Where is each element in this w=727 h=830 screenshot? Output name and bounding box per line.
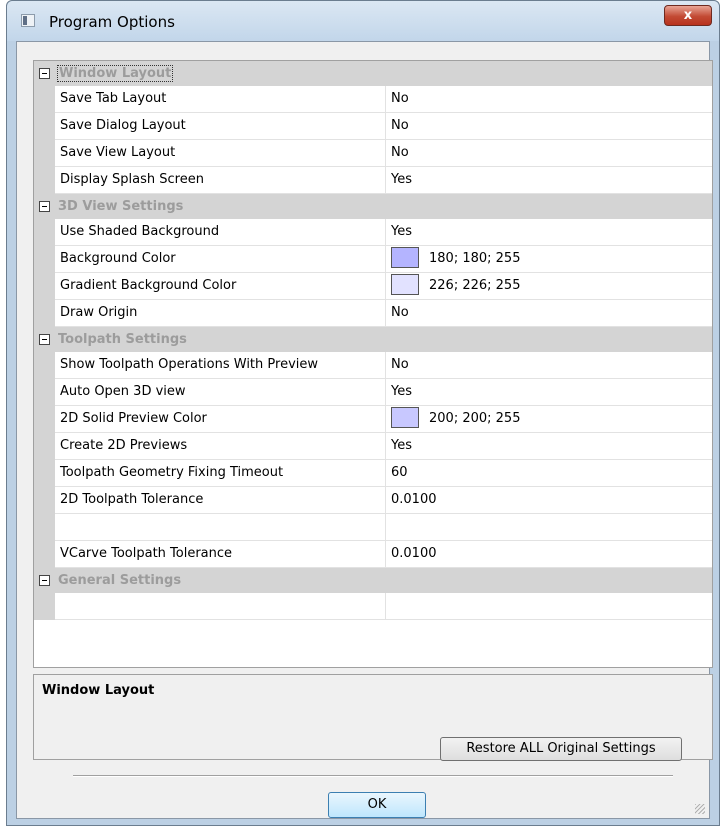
property-row[interactable]: Toolpath Geometry Fixing Timeout 60 bbox=[34, 460, 712, 487]
property-value[interactable]: No bbox=[386, 300, 712, 327]
collapse-toggle-icon[interactable] bbox=[39, 68, 50, 79]
property-row[interactable]: Display Splash Screen Yes bbox=[34, 167, 712, 194]
row-gutter bbox=[34, 219, 55, 246]
property-name: Use Shaded Background bbox=[55, 219, 386, 246]
property-name: Display Splash Screen bbox=[55, 167, 386, 194]
property-value[interactable]: 180; 180; 255 bbox=[386, 246, 712, 273]
property-name: 2D Toolpath Tolerance bbox=[55, 487, 386, 514]
row-gutter bbox=[34, 273, 55, 300]
property-value[interactable] bbox=[386, 593, 712, 620]
property-name: Show Toolpath Operations With Preview bbox=[55, 352, 386, 379]
property-row[interactable]: Background Color 180; 180; 255 bbox=[34, 246, 712, 273]
property-value[interactable]: Yes bbox=[386, 379, 712, 406]
property-value[interactable]: 0.0100 bbox=[386, 487, 712, 514]
row-gutter bbox=[34, 541, 55, 568]
category-label: Toolpath Settings bbox=[58, 332, 187, 347]
row-gutter bbox=[34, 113, 55, 140]
property-row[interactable]: Draw Origin No bbox=[34, 300, 712, 327]
property-value-text: 200; 200; 255 bbox=[429, 411, 521, 426]
row-gutter bbox=[34, 460, 55, 487]
property-row[interactable]: 2D Solid Preview Color 200; 200; 255 bbox=[34, 406, 712, 433]
property-value[interactable]: Yes bbox=[386, 433, 712, 460]
description-title: Window Layout bbox=[42, 683, 155, 698]
row-gutter bbox=[34, 406, 55, 433]
property-name: 2D Solid Preview Color bbox=[55, 406, 386, 433]
row-gutter bbox=[34, 246, 55, 273]
color-swatch[interactable] bbox=[391, 407, 419, 428]
property-value[interactable]: No bbox=[386, 86, 712, 113]
property-value-text: 180; 180; 255 bbox=[429, 251, 521, 266]
property-value[interactable]: 0.0100 bbox=[386, 541, 712, 568]
row-gutter bbox=[34, 487, 55, 514]
property-row[interactable]: VCarve Toolpath Tolerance 0.0100 bbox=[34, 541, 712, 568]
property-row[interactable]: Save View Layout No bbox=[34, 140, 712, 167]
category-label: Window Layout bbox=[56, 65, 174, 82]
restore-all-settings-button[interactable]: Restore ALL Original Settings bbox=[440, 737, 682, 761]
separator bbox=[73, 775, 673, 777]
property-name: Toolpath Geometry Fixing Timeout bbox=[55, 460, 386, 487]
property-name: Auto Open 3D view bbox=[55, 379, 386, 406]
property-value[interactable]: Yes bbox=[386, 167, 712, 194]
resize-grip-icon[interactable] bbox=[695, 804, 705, 814]
program-options-dialog: Program Options x Window Layout Save Tab … bbox=[6, 0, 720, 826]
property-row[interactable]: Create 2D Previews Yes bbox=[34, 433, 712, 460]
property-name: VCarve Toolpath Tolerance bbox=[55, 541, 386, 568]
property-name: Save Dialog Layout bbox=[55, 113, 386, 140]
property-row[interactable]: Use Shaded Background Yes bbox=[34, 219, 712, 246]
property-row[interactable]: Gradient Background Color 226; 226; 255 bbox=[34, 273, 712, 300]
close-button[interactable]: x bbox=[664, 5, 712, 26]
property-value[interactable]: 226; 226; 255 bbox=[386, 273, 712, 300]
category-row[interactable]: 3D View Settings bbox=[34, 194, 712, 219]
property-value[interactable]: No bbox=[386, 140, 712, 167]
row-gutter bbox=[34, 352, 55, 379]
property-row[interactable] bbox=[34, 593, 712, 620]
property-name: Create 2D Previews bbox=[55, 433, 386, 460]
close-icon: x bbox=[683, 8, 693, 23]
property-row[interactable]: Save Dialog Layout No bbox=[34, 113, 712, 140]
category-label: General Settings bbox=[58, 573, 182, 588]
property-row[interactable] bbox=[34, 514, 712, 541]
row-gutter bbox=[34, 593, 55, 620]
property-name: Save Tab Layout bbox=[55, 86, 386, 113]
category-row[interactable]: General Settings bbox=[34, 568, 712, 593]
row-gutter bbox=[34, 433, 55, 460]
property-value[interactable]: 60 bbox=[386, 460, 712, 487]
property-grid[interactable]: Window Layout Save Tab Layout No Save Dialo… bbox=[33, 60, 713, 668]
property-value[interactable]: No bbox=[386, 352, 712, 379]
row-gutter bbox=[34, 86, 55, 113]
row-gutter bbox=[34, 167, 55, 194]
property-row[interactable]: Save Tab Layout No bbox=[34, 86, 712, 113]
title-bar[interactable]: Program Options x bbox=[7, 1, 719, 41]
property-name bbox=[55, 514, 386, 541]
color-swatch[interactable] bbox=[391, 274, 419, 295]
category-row[interactable]: Window Layout bbox=[34, 61, 712, 86]
property-value[interactable] bbox=[386, 514, 712, 541]
category-row[interactable]: Toolpath Settings bbox=[34, 327, 712, 352]
property-name: Background Color bbox=[55, 246, 386, 273]
property-value[interactable]: Yes bbox=[386, 219, 712, 246]
row-gutter bbox=[34, 514, 55, 541]
row-gutter bbox=[34, 140, 55, 167]
color-swatch[interactable] bbox=[391, 247, 419, 268]
category-label: 3D View Settings bbox=[58, 199, 184, 214]
collapse-toggle-icon[interactable] bbox=[39, 575, 50, 586]
row-gutter bbox=[34, 379, 55, 406]
property-row[interactable]: 2D Toolpath Tolerance 0.0100 bbox=[34, 487, 712, 514]
property-name: Gradient Background Color bbox=[55, 273, 386, 300]
property-value-text: 226; 226; 255 bbox=[429, 278, 521, 293]
collapse-toggle-icon[interactable] bbox=[39, 334, 50, 345]
ok-button[interactable]: OK bbox=[328, 792, 426, 818]
dialog-client-area: Window Layout Save Tab Layout No Save Dialo… bbox=[16, 41, 713, 819]
property-value[interactable]: No bbox=[386, 113, 712, 140]
window-title: Program Options bbox=[49, 13, 175, 31]
property-value[interactable]: 200; 200; 255 bbox=[386, 406, 712, 433]
property-name: Save View Layout bbox=[55, 140, 386, 167]
property-name bbox=[55, 593, 386, 620]
row-gutter bbox=[34, 300, 55, 327]
app-icon bbox=[21, 14, 35, 27]
property-row[interactable]: Auto Open 3D view Yes bbox=[34, 379, 712, 406]
property-row[interactable]: Show Toolpath Operations With Preview No bbox=[34, 352, 712, 379]
property-name: Draw Origin bbox=[55, 300, 386, 327]
collapse-toggle-icon[interactable] bbox=[39, 201, 50, 212]
